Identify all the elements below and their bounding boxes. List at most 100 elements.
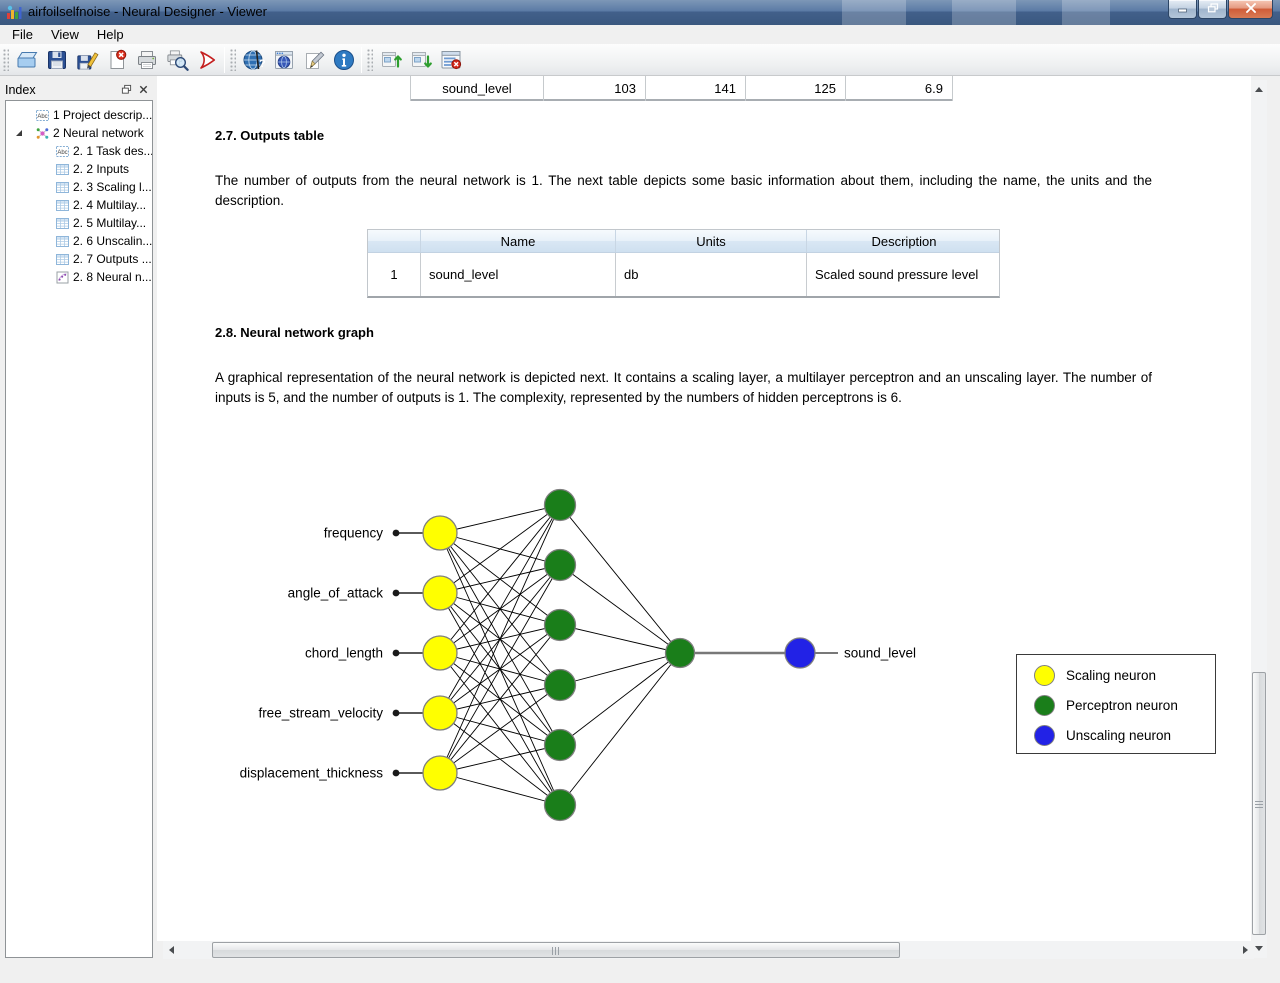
index-panel-header: Index (0, 80, 156, 99)
perceptron-neuron-node (543, 668, 577, 702)
section-paragraph-outputs-table: The number of outputs from the neural ne… (215, 173, 1152, 208)
export-pdf-icon (195, 48, 219, 72)
tree-item[interactable]: 2. 3 Scaling l... (6, 178, 152, 196)
tree-item[interactable]: 2. 2 Inputs (6, 160, 152, 178)
document-page: sound_level 103 141 125 6.9 2.7. Outputs tab… (157, 76, 1251, 941)
titlebar-highlight (952, 0, 1016, 25)
vertical-scrollbar-thumb[interactable] (1252, 672, 1266, 935)
toolbar-group (0, 44, 222, 76)
unscaling-neuron-node (784, 637, 816, 669)
menu-help[interactable]: Help (88, 26, 133, 43)
minimize-button[interactable] (1168, 0, 1197, 19)
scroll-left-icon[interactable] (169, 946, 174, 954)
perceptron-neuron-node (543, 788, 577, 822)
legend-item: Unscaling neuron (1017, 720, 1215, 750)
restore-button[interactable] (1198, 0, 1227, 19)
export-pdf-button[interactable] (192, 46, 222, 74)
scroll-right-icon[interactable] (1243, 946, 1248, 954)
input-dot (392, 769, 400, 777)
toolbar-group: ? (227, 44, 359, 76)
tree-item-label: 2 Neural network (53, 126, 144, 140)
section-heading-network-graph: 2.8. Neural network graph (215, 325, 374, 340)
legend-item-label: Perceptron neuron (1066, 697, 1178, 713)
help-globe-button[interactable]: ? (239, 46, 269, 74)
restore-icon (1207, 0, 1219, 18)
tree-item[interactable]: 2. 5 Multilay... (6, 214, 152, 232)
toolbar-drag-handle[interactable] (230, 48, 236, 71)
close-icon (1245, 0, 1257, 18)
toolbar-group (364, 44, 466, 76)
tree-item[interactable]: 2. 6 Unscalin... (6, 232, 152, 250)
outputs-table-header: Name Units Description (368, 230, 999, 253)
save-as-icon (75, 48, 99, 72)
tree-item[interactable]: 2 Neural network (6, 124, 152, 142)
perceptron-neuron-node (543, 608, 577, 642)
tree-item[interactable]: 2. 8 Neural n... (6, 268, 152, 286)
move-up-button[interactable] (376, 46, 406, 74)
scatter-icon (56, 271, 69, 284)
window-controls (1167, 0, 1273, 19)
move-down-button[interactable] (406, 46, 436, 74)
tree-item[interactable]: Abc 1 Project descrip... (6, 106, 152, 124)
legend-item-label: Unscaling neuron (1066, 727, 1172, 743)
tree-item-label: 2. 6 Unscalin... (73, 234, 152, 248)
menu-file[interactable]: File (3, 26, 42, 43)
tree-item[interactable]: 2. 7 Outputs ... (6, 250, 152, 268)
index-panel-buttons (117, 83, 151, 96)
abc-icon: Abc (56, 145, 69, 158)
close-button[interactable] (1228, 0, 1273, 19)
save-button[interactable] (42, 46, 72, 74)
scaling-neuron-node (422, 695, 458, 731)
expand-arrow-icon[interactable] (14, 130, 36, 136)
svg-text:?: ? (259, 58, 266, 70)
titlebar[interactable]: airfoilselfnoise - Neural Designer - Vie… (0, 0, 1280, 25)
tree-item-label: 2. 1 Task des... (73, 144, 152, 158)
outputs-table-cell: 1 (368, 253, 421, 296)
horizontal-scrollbar[interactable] (163, 941, 1254, 959)
outputs-table-cell: db (616, 253, 807, 296)
web-button[interactable] (269, 46, 299, 74)
table-icon (56, 181, 69, 194)
tree-item[interactable]: Abc 2. 1 Task des... (6, 142, 152, 160)
scroll-down-icon[interactable] (1255, 946, 1263, 951)
vertical-scrollbar[interactable] (1251, 80, 1267, 958)
close-panel-icon[interactable] (136, 83, 151, 96)
outputs-table-cell: Scaled sound pressure level (815, 267, 979, 282)
toolbar-drag-handle[interactable] (367, 48, 373, 71)
outputs-table-row: 1 sound_level db Scaled sound pressure leve… (368, 253, 999, 296)
table-icon (56, 235, 69, 248)
outputs-table-header-cell (368, 230, 421, 252)
open-button[interactable] (12, 46, 42, 74)
float-panel-icon[interactable] (119, 83, 134, 96)
scaling-neuron-node (422, 575, 458, 611)
tree-item-label: 2. 8 Neural n... (73, 270, 152, 284)
perceptron-neuron-node (543, 548, 577, 582)
output-label: sound_level (844, 646, 916, 661)
close-report-button[interactable] (436, 46, 466, 74)
tree-item[interactable]: 2. 4 Multilay... (6, 196, 152, 214)
input-label: displacement_thickness (240, 766, 384, 781)
svg-text:Abc: Abc (57, 150, 67, 156)
delete-page-button[interactable] (102, 46, 132, 74)
menubar: File View Help (0, 25, 1280, 44)
horizontal-scrollbar-thumb[interactable] (212, 942, 900, 958)
web-icon (272, 48, 296, 72)
menu-view[interactable]: View (42, 26, 88, 43)
print-button[interactable] (132, 46, 162, 74)
close-report-icon (439, 48, 463, 72)
neural-icon (36, 127, 49, 140)
table-icon (56, 199, 69, 212)
tree-item-label: 2. 5 Multilay... (73, 216, 147, 230)
scroll-up-icon[interactable] (1255, 87, 1263, 92)
scrollbar-grip-icon (1255, 799, 1263, 808)
table-icon (56, 217, 69, 230)
toolbar-drag-handle[interactable] (3, 48, 9, 71)
input-dot (392, 529, 400, 537)
stats-value-cell: 125 (745, 76, 845, 101)
legend-color-dot (1034, 724, 1055, 746)
save-as-button[interactable] (72, 46, 102, 74)
section-heading-outputs-table: 2.7. Outputs table (215, 128, 325, 143)
about-button[interactable] (329, 46, 359, 74)
print-preview-button[interactable] (162, 46, 192, 74)
edit-button[interactable] (299, 46, 329, 74)
